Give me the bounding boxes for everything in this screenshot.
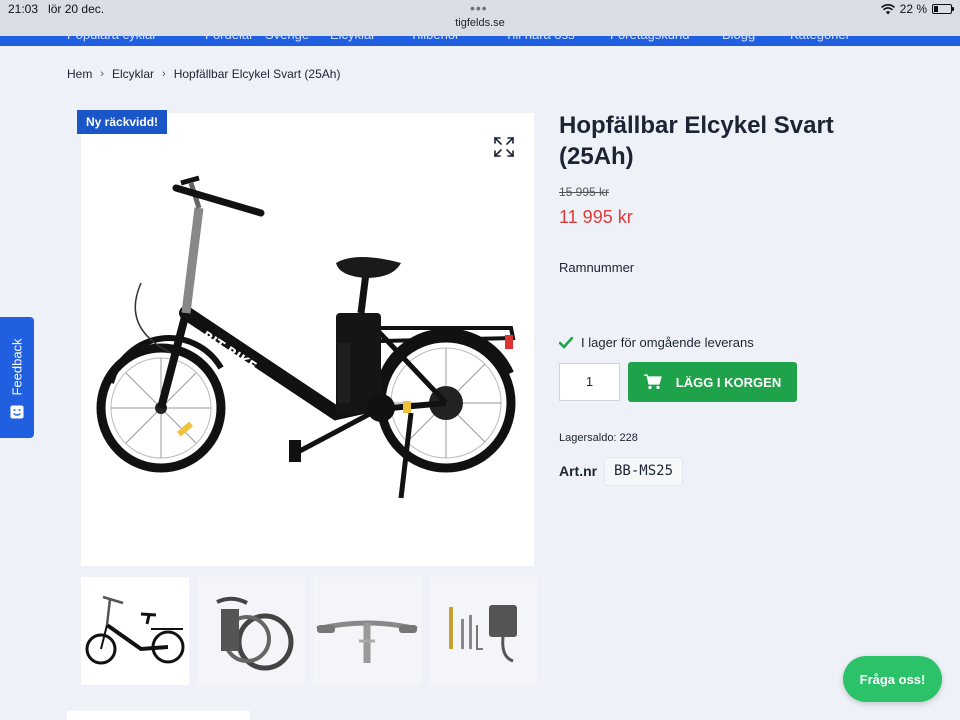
bottom-card	[67, 711, 250, 720]
nav-item[interactable]: Populära cyklar	[67, 36, 157, 42]
breadcrumb-separator: ›	[162, 68, 166, 80]
nav-item[interactable]: Fördelar · Sverige	[205, 36, 309, 42]
feedback-label: Feedback	[9, 338, 25, 396]
nav-item[interactable]: Till nära oss	[505, 36, 575, 42]
breadcrumb-home[interactable]: Hem	[67, 67, 92, 81]
feedback-tab[interactable]: Feedback	[0, 317, 34, 438]
cart-icon	[643, 374, 662, 390]
stock-status-text: I lager för omgående leverans	[581, 335, 754, 350]
thumbnail-handlebar[interactable]	[313, 577, 421, 685]
sale-price: 11 995 kr	[559, 207, 633, 227]
nav-item[interactable]: Företagskund	[610, 36, 690, 42]
clock: 21:03 lör 20 dec.	[8, 2, 104, 16]
battery-icon	[932, 4, 954, 14]
bike-image: BIT BIKE	[96, 175, 516, 499]
check-icon	[559, 336, 573, 349]
article-number-value: BB-MS25	[604, 457, 684, 486]
product-main-image[interactable]: BIT BIKE	[81, 113, 534, 566]
frame-number-label: Ramnummer	[559, 260, 635, 275]
wifi-icon	[880, 3, 895, 14]
quantity-input[interactable]: 1	[559, 363, 620, 401]
thumbnail-gallery	[81, 577, 537, 685]
add-to-cart-label: LÄGG I KORGEN	[675, 374, 782, 390]
tab-menu-dots-icon[interactable]: •••	[470, 0, 488, 16]
thumbnail-bike-folded[interactable]	[197, 577, 305, 685]
battery-percent: 22 %	[899, 2, 927, 16]
new-range-badge: Ny räckvidd!	[77, 110, 168, 134]
date: lör 20 dec.	[48, 2, 105, 16]
add-to-cart-button[interactable]: LÄGG I KORGEN	[628, 362, 797, 402]
handlebar-thumbnail	[316, 620, 418, 663]
main-navigation: Populära cyklar Fördelar · Sverige Elcykla…	[0, 36, 960, 46]
nav-item[interactable]: Kategorier	[790, 36, 850, 42]
address-bar[interactable]: tigfelds.se	[0, 17, 960, 29]
product-title: Hopfällbar Elcykel Svart (25Ah)	[559, 112, 834, 170]
stock-status: I lager för omgående leverans	[559, 335, 754, 350]
article-number-label: Art.nr	[559, 463, 598, 479]
breadcrumb: Hem › Elcyklar › Hopfällbar Elcykel Svar…	[67, 67, 340, 81]
nav-item[interactable]: Blogg	[722, 36, 755, 42]
folded-bike-thumbnail	[216, 596, 294, 671]
ask-us-chat-button[interactable]: Fråga oss!	[843, 656, 942, 702]
browser-status-bar: 21:03 lör 20 dec. ••• tigfelds.se 22 %	[0, 0, 960, 36]
battery-level	[934, 6, 938, 12]
bike-thumbnail	[85, 595, 185, 665]
stock-balance: Lagersaldo: 228	[559, 432, 638, 444]
smile-icon	[10, 405, 24, 419]
thumbnail-bike-side[interactable]	[81, 577, 189, 685]
expand-icon[interactable]	[494, 137, 514, 157]
nav-item[interactable]: Tillbehör	[410, 36, 459, 42]
time: 21:03	[8, 2, 39, 16]
breadcrumb-current: Hopfällbar Elcykel Svart (25Ah)	[173, 67, 341, 81]
thumbnail-tools-charger[interactable]	[429, 577, 537, 685]
breadcrumb-separator: ›	[100, 68, 105, 80]
status-indicators: 22 %	[880, 2, 954, 16]
old-price: 15 995 kr	[559, 185, 610, 199]
breadcrumb-elcyklar[interactable]: Elcyklar	[112, 67, 154, 81]
tools-thumbnail	[449, 605, 517, 663]
nav-item[interactable]: Elcyklar	[330, 36, 376, 42]
